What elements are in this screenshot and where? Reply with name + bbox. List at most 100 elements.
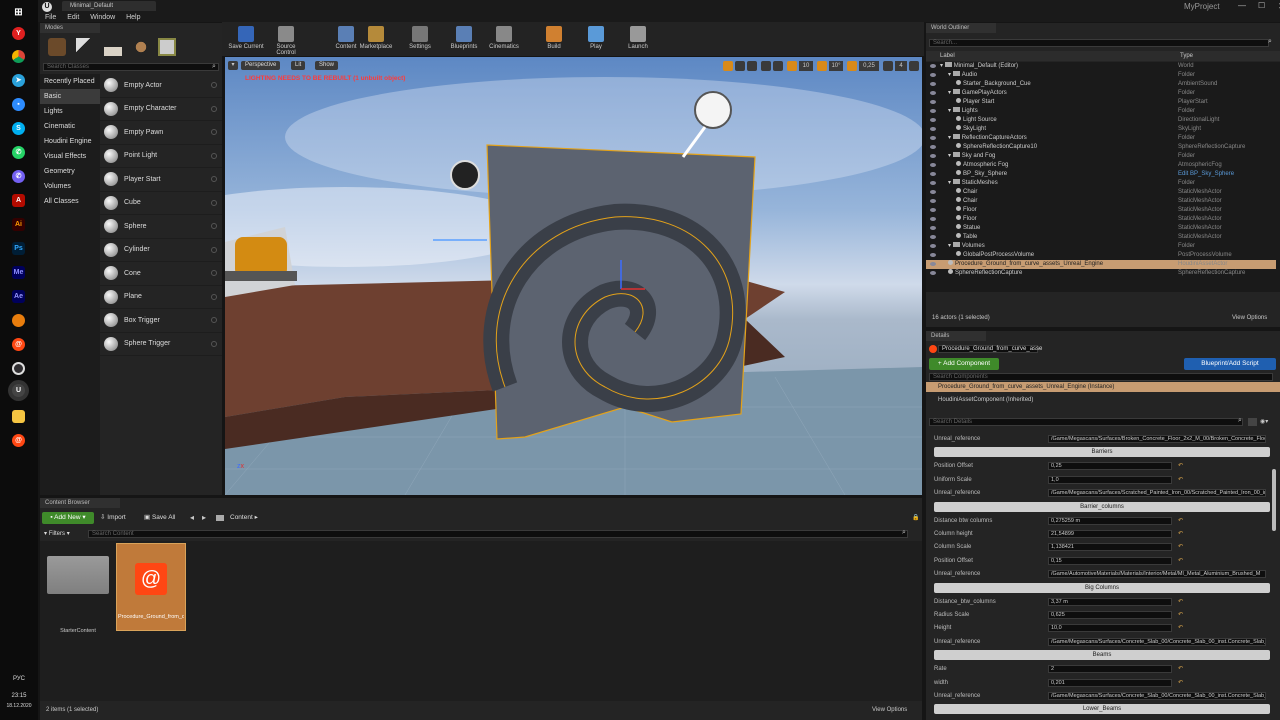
reset-arrow-icon[interactable]: ↶ [1178,515,1183,527]
details-tab[interactable]: Details [926,331,986,341]
foliage-mode-icon[interactable] [132,38,150,56]
visibility-eye-icon[interactable] [930,118,936,122]
search-components-input[interactable]: Search Components [929,373,1273,381]
modes-tab[interactable]: Modes [40,23,100,33]
windows-start-icon[interactable]: ⊞ [12,6,25,19]
grid-snap-value[interactable]: 10 [799,61,813,71]
level-viewport[interactable]: ▾ Perspective Lit Show LIGHTING NEEDS TO… [225,57,922,495]
visibility-eye-icon[interactable] [930,127,936,131]
outliner-row[interactable]: ▾ Lights Folder [926,107,1276,116]
property-value-field[interactable]: /Game/Megascans/Surfaces/Concrete_Slab_0… [1048,692,1266,700]
world-local-icon[interactable] [761,61,771,71]
help-icon[interactable] [211,293,217,300]
details-section-big-columns[interactable]: Big Columns [934,582,1270,593]
visibility-eye-icon[interactable] [930,163,936,167]
outliner-row[interactable]: ▾ ReflectionCaptureActors Folder [926,134,1276,143]
translate-tool-icon[interactable] [723,61,733,71]
visibility-eye-icon[interactable] [930,136,936,140]
toolbar-play-button[interactable]: Play [576,26,616,50]
camera-speed-value[interactable]: 4 [895,61,907,71]
menu-edit[interactable]: Edit [67,14,79,21]
property-value-field[interactable]: 1,0 [1048,475,1172,484]
toolbar-launch-button[interactable]: Launch [618,26,658,50]
houdini-2-icon[interactable]: @ [12,434,25,447]
reset-arrow-icon[interactable]: ↶ [1178,622,1183,634]
folder-path-icon[interactable] [216,515,224,521]
visibility-eye-icon[interactable] [930,217,936,221]
place-item-empty-actor[interactable]: Empty Actor [100,74,222,98]
minimize-icon[interactable]: — [1238,1,1246,10]
outliner-row[interactable]: ▾ GamePlayActors Folder [926,89,1276,98]
rotation-snap-value[interactable]: 10° [829,61,843,71]
outliner-row[interactable]: ▾ Minimal_Default (Editor) World [926,62,1276,71]
content-browser-tab[interactable]: Content Browser [40,498,120,508]
viewport-options-icon[interactable]: ▾ [228,61,238,70]
viber-icon[interactable]: ✆ [12,170,25,183]
visibility-eye-icon[interactable] [930,181,936,185]
details-section-lower-beams[interactable]: Lower_Beams [934,704,1270,715]
asset-tile-houdini[interactable]: @ Procedure_Ground_from_curve_assets_Unr… [116,543,186,631]
help-icon[interactable] [211,199,217,206]
visibility-eye-icon[interactable] [930,244,936,248]
visibility-eye-icon[interactable] [930,235,936,239]
outliner-row[interactable]: SkyLight SkyLight [926,125,1276,134]
details-section-barriers[interactable]: Barriers [934,447,1270,458]
property-value-field[interactable]: /Game/Megascans/Surfaces/Broken_Concrete… [1048,435,1266,443]
breadcrumb-content[interactable]: Content ▸ [230,512,258,524]
outliner-row[interactable]: Player Start PlayerStart [926,98,1276,107]
camera-speed-icon[interactable] [883,61,893,71]
visibility-eye-icon[interactable] [930,145,936,149]
place-item-point-light[interactable]: Point Light [100,145,222,168]
visibility-eye-icon[interactable] [930,82,936,86]
visibility-filter-icon[interactable]: ◉▾ [1260,418,1272,426]
help-icon[interactable] [211,152,217,159]
outliner-row[interactable]: Starter_Background_Cue AmbientSound [926,80,1276,89]
rotation-snap-icon[interactable] [817,61,827,71]
visibility-eye-icon[interactable] [930,262,936,266]
after-effects-icon[interactable]: Ae [12,290,25,303]
property-value-field[interactable]: 0,275259 m [1048,516,1172,525]
outliner-row[interactable]: Chair StaticMeshActor [926,197,1276,206]
outliner-row[interactable]: SphereReflectionCapture SphereReflectionC… [926,269,1276,278]
visibility-eye-icon[interactable] [930,73,936,77]
world-outliner-tab[interactable]: World Outliner [926,23,996,33]
outliner-row[interactable]: Light Source DirectionalLight [926,116,1276,125]
yandex-icon[interactable]: Y [12,27,25,40]
place-item-cylinder[interactable]: Cylinder [100,239,222,262]
language-indicator[interactable]: РУС [0,676,38,682]
property-value-field[interactable]: 0,201 [1048,678,1172,687]
filters-button[interactable]: ▾ Filters ▾ [44,530,70,539]
property-value-field[interactable]: 0,15 [1048,556,1172,565]
media-encoder-icon[interactable]: Me [12,266,25,279]
lit-button[interactable]: Lit [291,61,306,70]
outliner-row[interactable]: Floor StaticMeshActor [926,206,1276,215]
reset-arrow-icon[interactable]: ↶ [1178,460,1183,472]
place-item-cube[interactable]: Cube [100,192,222,215]
help-icon[interactable] [211,129,217,136]
scale-snap-icon[interactable] [847,61,857,71]
outliner-row[interactable]: Chair StaticMeshActor [926,188,1276,197]
import-button[interactable]: ⇩ Import [100,512,126,524]
place-item-sphere-trigger[interactable]: Sphere Trigger [100,333,222,356]
visibility-eye-icon[interactable] [930,190,936,194]
reset-arrow-icon[interactable]: ↶ [1178,677,1183,689]
grid-snap-icon[interactable] [787,61,797,71]
blender-icon[interactable] [12,314,25,327]
reset-arrow-icon[interactable]: ↶ [1178,555,1183,567]
mode-category-all-classes[interactable]: All Classes [40,194,100,209]
outliner-view-options[interactable]: View Options [1232,315,1267,321]
place-item-player-start[interactable]: Player Start [100,168,222,192]
blueprint-script-button[interactable]: Blueprint/Add Script [1184,358,1276,370]
mode-category-lights[interactable]: Lights [40,104,100,119]
outliner-row-type[interactable]: Edit BP_Sky_Sphere [1178,170,1234,179]
visibility-eye-icon[interactable] [930,91,936,95]
zoom-icon[interactable]: ▪ [12,98,25,111]
visibility-eye-icon[interactable] [930,253,936,257]
reset-arrow-icon[interactable]: ↶ [1178,609,1183,621]
menu-file[interactable]: File [45,14,56,21]
scale-snap-value[interactable]: 0,25 [859,61,879,71]
forward-arrow-icon[interactable]: ▸ [202,512,206,524]
mode-category-geometry[interactable]: Geometry [40,164,100,179]
menu-help[interactable]: Help [126,14,140,21]
toolbar-blueprints-button[interactable]: Blueprints [444,26,484,50]
